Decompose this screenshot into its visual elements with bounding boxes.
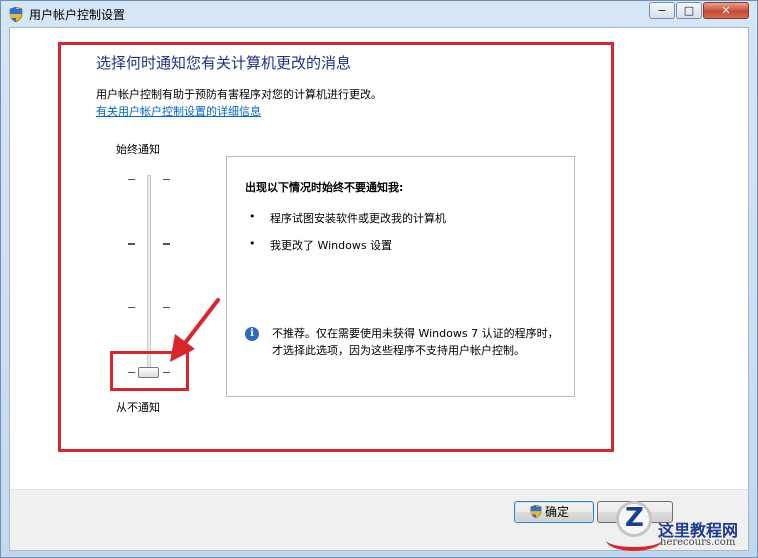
site-watermark: Z 这里教程网 herecours.com [598, 489, 756, 555]
slider-bottom-label: 从不通知 [116, 401, 160, 414]
maximize-icon: □ [683, 4, 695, 17]
slider-tick [163, 307, 170, 308]
info-icon: i [245, 327, 259, 341]
slider-highlight-box [110, 351, 189, 391]
minimize-icon: − [657, 4, 667, 17]
bullet-icon: • [249, 237, 256, 250]
slider-tick [128, 243, 135, 245]
slider-top-label: 始终通知 [116, 143, 160, 156]
watermark-swoosh-icon [606, 529, 662, 551]
slider-track[interactable] [147, 175, 151, 375]
uac-shield-icon [530, 505, 542, 518]
content-area: 选择何时通知您有关计算机更改的消息 用户帐户控制有助于预防有害程序对您的计算机进… [9, 27, 749, 551]
info-bullet: 程序试图安装软件或更改我的计算机 [270, 212, 446, 225]
watermark-domain: herecours.com [660, 537, 736, 548]
uac-settings-window: 用户帐户控制设置 − □ ✕ 选择何时通知您有关计算机更改的消息 用户帐户控制有… [0, 0, 758, 558]
maximize-button[interactable]: □ [676, 2, 702, 19]
minimize-button[interactable]: − [649, 2, 675, 19]
slider-tick [163, 243, 170, 245]
slider-tick [163, 179, 170, 180]
uac-shield-icon [9, 7, 23, 22]
close-button[interactable]: ✕ [703, 2, 749, 19]
bullet-icon: • [249, 210, 256, 223]
caption-buttons: − □ ✕ [649, 2, 749, 19]
info-note: 不推荐。仅在需要使用未获得 Windows 7 认证的程序时，才选择此选项，因为… [272, 327, 559, 357]
window-title: 用户帐户控制设置 [29, 8, 126, 22]
level-description-panel: 出现以下情况时始终不要通知我: • 程序试图安装软件或更改我的计算机 • 我更改… [226, 156, 575, 397]
uac-details-link[interactable]: 有关用户帐户控制设置的详细信息 [96, 103, 261, 119]
slider-tick [128, 307, 135, 308]
ok-button[interactable]: 确定 [514, 501, 594, 523]
info-title: 出现以下情况时始终不要通知我: [245, 181, 404, 194]
close-icon: ✕ [721, 4, 731, 17]
title-bar[interactable]: 用户帐户控制设置 − □ ✕ [1, 1, 757, 27]
ok-button-label: 确定 [545, 505, 570, 519]
info-bullet: 我更改了 Windows 设置 [270, 239, 393, 252]
page-heading: 选择何时通知您有关计算机更改的消息 [96, 54, 352, 72]
slider-tick [128, 179, 135, 180]
page-description: 用户帐户控制有助于预防有害程序对您的计算机进行更改。 [96, 88, 382, 101]
